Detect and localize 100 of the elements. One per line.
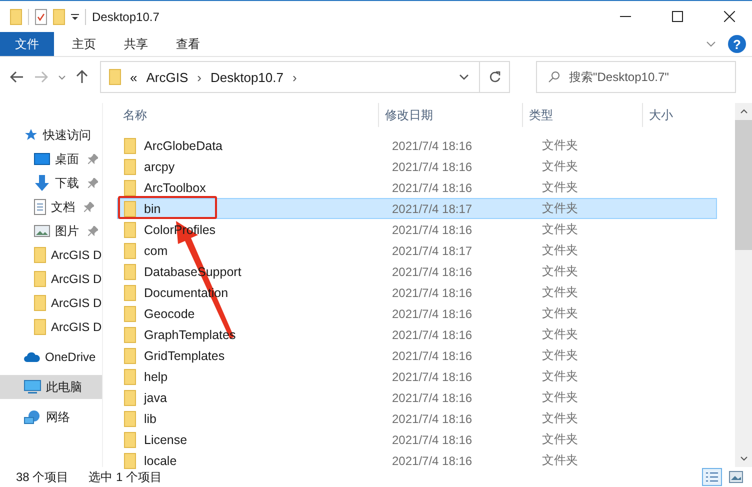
modified-date: 2021/7/4 18:16 bbox=[392, 370, 472, 384]
ribbon-tab[interactable]: 文件 bbox=[0, 32, 54, 56]
folder-icon bbox=[124, 180, 136, 196]
file-name: help bbox=[144, 370, 168, 384]
expand-ribbon-icon[interactable] bbox=[706, 41, 716, 47]
scrollbar[interactable] bbox=[735, 103, 752, 467]
file-row[interactable]: help 2021/7/4 18:16 文件夹 bbox=[117, 366, 717, 387]
details-view-button[interactable] bbox=[702, 468, 722, 486]
modified-date: 2021/7/4 18:16 bbox=[392, 454, 472, 468]
pin-icon[interactable] bbox=[84, 202, 94, 212]
modified-date: 2021/7/4 18:16 bbox=[392, 138, 472, 152]
overflow-chevron[interactable]: « bbox=[130, 70, 138, 84]
breadcrumb[interactable]: ArcGIS bbox=[146, 70, 188, 84]
sidebar-item[interactable]: ArcGIS D bbox=[0, 243, 102, 267]
up-icon[interactable] bbox=[76, 70, 88, 84]
column-header[interactable]: 类型 bbox=[523, 103, 643, 127]
file-row[interactable]: java 2021/7/4 18:16 文件夹 bbox=[117, 387, 717, 408]
back-icon[interactable] bbox=[10, 71, 24, 83]
pin-icon[interactable] bbox=[88, 226, 98, 236]
folder-icon bbox=[124, 138, 136, 154]
sidebar-label: 图片 bbox=[55, 222, 79, 240]
file-name: locale bbox=[144, 454, 177, 468]
ribbon-tab[interactable]: 查看 bbox=[162, 32, 214, 56]
pin-icon[interactable] bbox=[88, 154, 98, 164]
modified-date: 2021/7/4 18:16 bbox=[392, 180, 472, 194]
recent-dropdown-icon[interactable] bbox=[58, 74, 66, 80]
sidebar-item[interactable]: 文档 bbox=[0, 195, 102, 219]
sidebar-label: ArcGIS D bbox=[51, 248, 102, 262]
ribbon-tab[interactable]: 共享 bbox=[110, 32, 162, 56]
address-bar[interactable]: « ArcGIS › Desktop10.7 › bbox=[100, 61, 480, 93]
column-header[interactable]: 大小 bbox=[643, 103, 735, 127]
folder-icon bbox=[34, 247, 46, 263]
file-name: com bbox=[144, 244, 168, 258]
file-row[interactable]: ArcGlobeData 2021/7/4 18:16 文件夹 bbox=[117, 135, 717, 156]
pin-icon[interactable] bbox=[88, 178, 98, 188]
document-icon bbox=[34, 199, 46, 215]
file-type: 文件夹 bbox=[542, 453, 578, 467]
folder-icon bbox=[124, 222, 136, 238]
modified-date: 2021/7/4 18:16 bbox=[392, 432, 472, 446]
modified-date: 2021/7/4 18:16 bbox=[392, 222, 472, 236]
file-row[interactable]: locale 2021/7/4 18:16 文件夹 bbox=[117, 450, 717, 471]
sidebar-item[interactable]: 此电脑 bbox=[0, 375, 102, 399]
folder-icon bbox=[124, 306, 136, 322]
modified-date: 2021/7/4 18:17 bbox=[392, 202, 472, 216]
scroll-down-icon[interactable] bbox=[740, 456, 748, 461]
minimize-icon bbox=[620, 16, 630, 18]
folder-icon bbox=[34, 295, 46, 311]
file-name: arcpy bbox=[144, 160, 175, 174]
sidebar-label: 此电脑 bbox=[46, 378, 82, 396]
sidebar-item[interactable]: 快速访问 bbox=[0, 123, 102, 147]
sidebar-label: 桌面 bbox=[55, 150, 79, 168]
close-icon bbox=[724, 11, 734, 22]
sidebar-item[interactable]: 桌面 bbox=[0, 147, 102, 171]
file-row[interactable]: GridTemplates 2021/7/4 18:16 文件夹 bbox=[117, 345, 717, 366]
file-type: 文件夹 bbox=[542, 432, 578, 446]
sidebar-item[interactable]: ArcGIS D bbox=[0, 315, 102, 339]
file-row[interactable]: ArcToolbox 2021/7/4 18:16 文件夹 bbox=[117, 177, 717, 198]
scroll-up-icon[interactable] bbox=[740, 109, 748, 114]
sidebar-item[interactable]: OneDrive bbox=[0, 345, 102, 369]
breadcrumb-separator[interactable]: › bbox=[197, 70, 202, 84]
folder-icon bbox=[124, 452, 136, 468]
column-header[interactable]: 修改日期 bbox=[379, 103, 523, 127]
file-row[interactable]: Geocode 2021/7/4 18:16 文件夹 bbox=[117, 303, 717, 324]
ribbon-tab[interactable]: 主页 bbox=[58, 32, 110, 56]
search-field[interactable]: 搜索"Desktop10.7" bbox=[536, 61, 736, 93]
modified-date: 2021/7/4 18:16 bbox=[392, 264, 472, 278]
sidebar-item[interactable]: ArcGIS D bbox=[0, 267, 102, 291]
sidebar-item[interactable]: 图片 bbox=[0, 219, 102, 243]
file-type: 文件夹 bbox=[542, 411, 578, 425]
file-type: 文件夹 bbox=[542, 264, 578, 278]
sidebar-item[interactable]: ArcGIS D bbox=[0, 291, 102, 315]
sidebar-item[interactable]: 网络 bbox=[0, 405, 102, 429]
download-icon bbox=[34, 175, 50, 191]
file-row[interactable]: License 2021/7/4 18:16 文件夹 bbox=[117, 429, 717, 450]
dropdown-icon[interactable] bbox=[71, 12, 79, 20]
folder-icon bbox=[124, 242, 136, 258]
breadcrumb-separator[interactable]: › bbox=[292, 70, 297, 84]
folder-icon bbox=[124, 264, 136, 280]
star-icon bbox=[24, 128, 38, 142]
sidebar-label: 文档 bbox=[51, 198, 75, 216]
image-icon bbox=[34, 225, 50, 237]
scroll-thumb[interactable] bbox=[735, 120, 752, 250]
file-type: 文件夹 bbox=[542, 348, 578, 362]
file-name: bin bbox=[144, 202, 161, 216]
help-button[interactable]: ? bbox=[728, 35, 746, 53]
sidebar-label: 快速访问 bbox=[43, 126, 91, 144]
file-row[interactable]: arcpy 2021/7/4 18:16 文件夹 bbox=[117, 156, 717, 177]
file-row[interactable]: com 2021/7/4 18:17 文件夹 bbox=[117, 240, 717, 261]
file-row[interactable]: lib 2021/7/4 18:16 文件夹 bbox=[117, 408, 717, 429]
dropdown-icon[interactable] bbox=[459, 74, 469, 80]
column-header[interactable]: 名称 bbox=[117, 103, 379, 127]
breadcrumb[interactable]: Desktop10.7 bbox=[210, 70, 284, 84]
properties-icon[interactable] bbox=[35, 8, 47, 24]
refresh-button[interactable] bbox=[480, 61, 510, 93]
thumbnail-view-button[interactable] bbox=[726, 468, 746, 486]
sidebar-item[interactable]: 下载 bbox=[0, 171, 102, 195]
sidebar-label: ArcGIS D bbox=[51, 272, 102, 286]
file-type: 文件夹 bbox=[542, 201, 578, 215]
folder-icon bbox=[124, 368, 136, 384]
modified-date: 2021/7/4 18:16 bbox=[392, 306, 472, 320]
